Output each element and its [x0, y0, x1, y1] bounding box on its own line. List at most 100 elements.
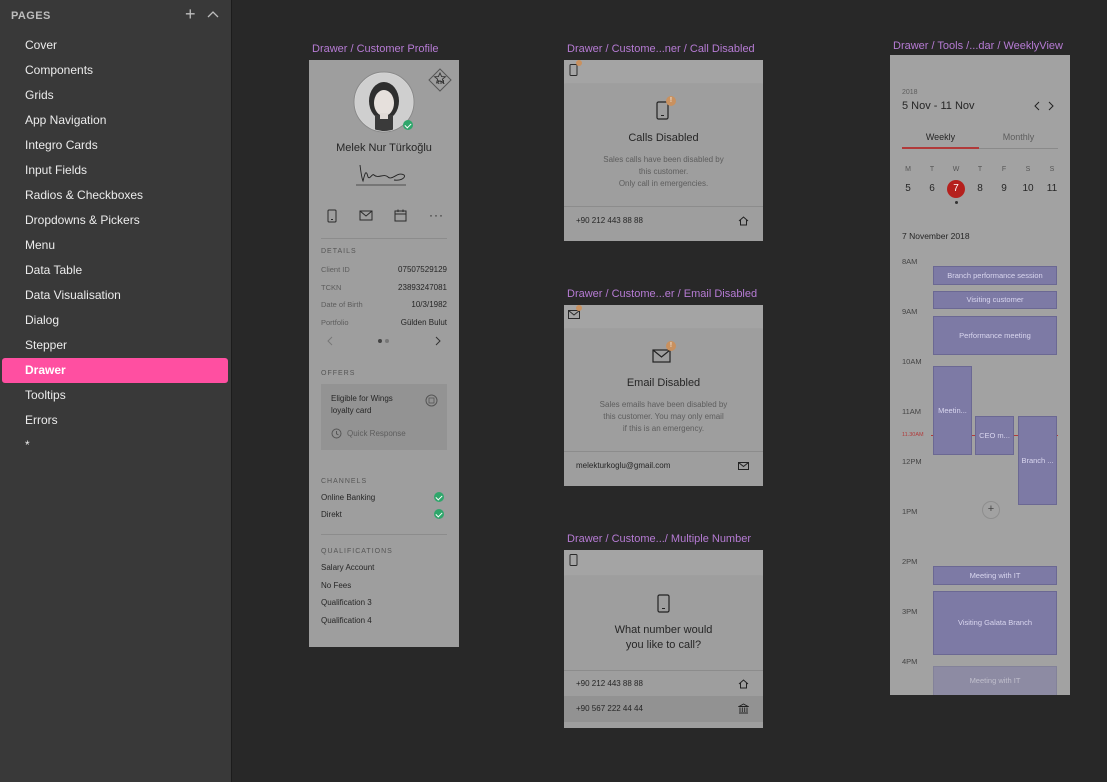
- day-number[interactable]: 5: [899, 183, 917, 194]
- mail-icon[interactable]: [359, 210, 373, 221]
- add-event-icon[interactable]: +: [982, 501, 1000, 519]
- bank-icon: [738, 703, 749, 714]
- phone-number[interactable]: +90 212 443 88 88: [576, 216, 643, 225]
- sidebar-item[interactable]: Data Table: [2, 258, 228, 283]
- sidebar-item[interactable]: Menu: [2, 233, 228, 258]
- calendar-event[interactable]: Performance meeting: [933, 316, 1057, 355]
- channel-item: Direkt: [321, 510, 342, 519]
- chevron-left-icon[interactable]: [326, 336, 334, 346]
- offer-card[interactable]: Eligible for Wings loyalty card Quick Re…: [321, 384, 447, 450]
- qualification-item: No Fees: [321, 581, 352, 590]
- plus-icon[interactable]: +: [185, 4, 196, 24]
- home-icon[interactable]: [738, 679, 749, 689]
- card-text: if this is an emergency.: [622, 424, 705, 433]
- sidebar-item[interactable]: Drawer: [2, 358, 228, 383]
- artboard-title-multiple-number[interactable]: Drawer / Custome.../ Multiple Number: [567, 533, 751, 545]
- sidebar-item[interactable]: Grids: [2, 83, 228, 108]
- day-number[interactable]: 8: [971, 183, 989, 194]
- quick-response-link[interactable]: Quick Response: [347, 429, 406, 438]
- day-number[interactable]: 10: [1019, 183, 1037, 194]
- calendar-event[interactable]: Meeting with IT: [933, 666, 1057, 695]
- chevron-right-icon[interactable]: [434, 336, 442, 346]
- artboard-title-profile[interactable]: Drawer / Customer Profile: [312, 43, 439, 55]
- artboard-weekly-view[interactable]: 2018 5 Nov - 11 Nov Weekly Monthly 7 Nov…: [890, 55, 1070, 695]
- artboard-title-email-disabled[interactable]: Drawer / Custome...er / Email Disabled: [567, 288, 757, 300]
- sidebar-item[interactable]: Data Visualisation: [2, 283, 228, 308]
- card-heading: you like to call?: [625, 639, 702, 651]
- day-number[interactable]: 9: [995, 183, 1013, 194]
- sidebar-item[interactable]: Dropdowns & Pickers: [2, 208, 228, 233]
- sidebar-item[interactable]: Stepper: [2, 333, 228, 358]
- email-address[interactable]: melekturkoglu@gmail.com: [576, 461, 670, 470]
- weekday-letter: T: [929, 166, 935, 173]
- signature: [356, 164, 406, 186]
- phone-icon: [569, 64, 578, 76]
- artboard-email-disabled[interactable]: ! Email Disabled Sales emails have been …: [564, 305, 763, 486]
- day-number[interactable]: 6: [923, 183, 941, 194]
- mail-icon[interactable]: [738, 462, 749, 470]
- tab-monthly[interactable]: Monthly: [979, 132, 1058, 142]
- call-disabled-card: ! Calls Disabled Sales calls have been d…: [564, 84, 763, 241]
- calendar-event[interactable]: Branch performance session: [933, 266, 1057, 285]
- weekday-letter: S: [1049, 166, 1055, 173]
- calendar-event[interactable]: Visiting customer: [933, 291, 1057, 309]
- artboard-call-disabled[interactable]: ! Calls Disabled Sales calls have been d…: [564, 60, 763, 241]
- chevron-left-icon[interactable]: [1033, 101, 1041, 111]
- alert-badge: !: [666, 96, 676, 106]
- card-text: Only call in emergencies.: [618, 179, 709, 188]
- tab-weekly[interactable]: Weekly: [902, 132, 979, 142]
- divider: [564, 206, 763, 207]
- day-number[interactable]: 11: [1043, 183, 1061, 194]
- artboard-customer-profile[interactable]: 1x1 Melek Nur Türkoğlu ··· DETAILS OFFER…: [309, 60, 459, 647]
- pager-dot-active[interactable]: [378, 339, 382, 343]
- sidebar-item[interactable]: Errors: [2, 408, 228, 433]
- details-label: DETAILS: [321, 248, 357, 255]
- phone-number[interactable]: +90 212 443 88 88: [576, 679, 643, 688]
- detail-value: 10/3/1982: [411, 300, 447, 309]
- artboard-title-call-disabled[interactable]: Drawer / Custome...ner / Call Disabled: [567, 43, 755, 55]
- notification-badge: [576, 60, 582, 66]
- sidebar-item[interactable]: Cover: [2, 33, 228, 58]
- sidebar-item[interactable]: Radios & Checkboxes: [2, 183, 228, 208]
- more-icon[interactable]: ···: [429, 208, 444, 222]
- card-text: Sales emails have been disabled by: [599, 400, 728, 409]
- sidebar-item[interactable]: *: [2, 433, 228, 458]
- pager-dot[interactable]: [385, 339, 389, 343]
- sidebar-item[interactable]: App Navigation: [2, 108, 228, 133]
- weekday-letter: W: [952, 166, 960, 173]
- artboard-title-weekly[interactable]: Drawer / Tools /...dar / WeeklyView: [893, 40, 1063, 52]
- date-heading: 7 November 2018: [902, 231, 970, 241]
- check-icon: [434, 492, 444, 502]
- chevron-right-icon[interactable]: [1047, 101, 1055, 111]
- artboard-multiple-number[interactable]: What number would you like to call? +90 …: [564, 550, 763, 728]
- calendar-event[interactable]: CEO m...: [975, 416, 1014, 455]
- phone-row-selected[interactable]: +90 567 222 44 44: [564, 696, 763, 722]
- calendar-icon[interactable]: [394, 209, 407, 222]
- chevron-up-icon[interactable]: [207, 10, 219, 18]
- customer-name: Melek Nur Türkoğlu: [336, 142, 432, 154]
- phone-icon[interactable]: [327, 209, 337, 223]
- hour-label: 2PM: [902, 557, 918, 566]
- email-disabled-card: ! Email Disabled Sales emails have been …: [564, 329, 763, 486]
- sidebar-item[interactable]: Dialog: [2, 308, 228, 333]
- calendar-event[interactable]: Branch ...: [1018, 416, 1057, 505]
- day-number[interactable]: 7: [947, 183, 965, 194]
- sidebar-item[interactable]: Tooltips: [2, 383, 228, 408]
- divider: [564, 670, 763, 671]
- hour-label: 11.30AM: [902, 432, 924, 438]
- check-icon: [434, 509, 444, 519]
- calendar-year: 2018: [902, 89, 918, 96]
- calendar-event[interactable]: Meetin...: [933, 366, 972, 455]
- sidebar-title: PAGES: [11, 10, 51, 22]
- event-dot: [955, 201, 958, 204]
- weekday-letter: F: [1001, 166, 1007, 173]
- channels-label: CHANNELS: [321, 478, 368, 485]
- sidebar-item[interactable]: Components: [2, 58, 228, 83]
- sidebar-item[interactable]: Integro Cards: [2, 133, 228, 158]
- sidebar-item[interactable]: Input Fields: [2, 158, 228, 183]
- wings-card-icon: [425, 394, 438, 407]
- home-icon[interactable]: [738, 216, 749, 226]
- calendar-event[interactable]: Meeting with IT: [933, 566, 1057, 585]
- calendar-event[interactable]: Visiting Galata Branch: [933, 591, 1057, 655]
- mail-icon: [568, 310, 580, 319]
